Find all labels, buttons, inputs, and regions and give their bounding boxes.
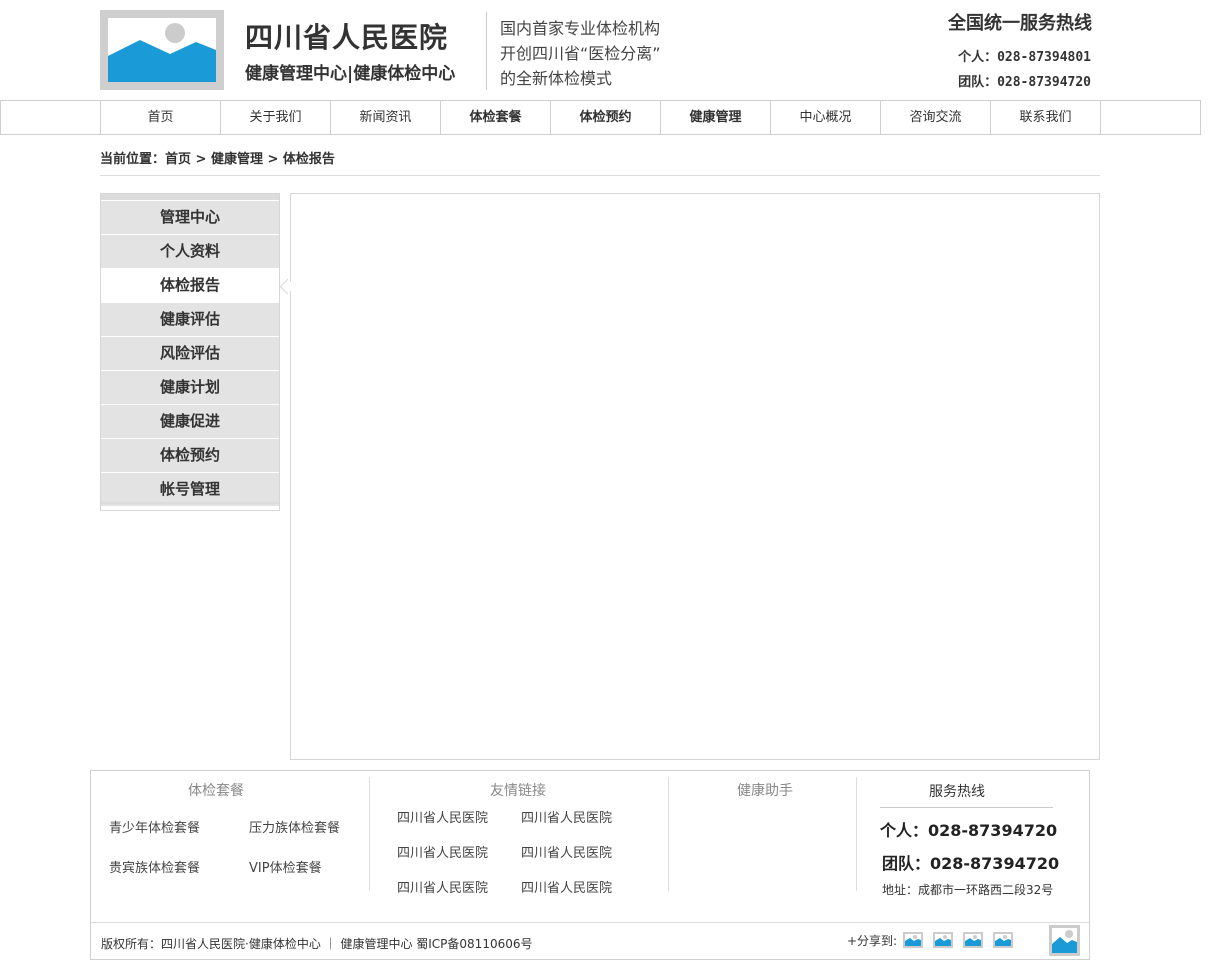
- footer-friend-link[interactable]: 四川省人民医院: [521, 807, 612, 826]
- nav-item-news[interactable]: 新闻资讯: [331, 101, 441, 134]
- hospital-subtitle: 健康管理中心|健康体检中心: [245, 64, 456, 84]
- sidebar-item-exam-report[interactable]: 体检报告: [101, 269, 279, 303]
- footer-assistant-heading: 健康助手: [737, 783, 793, 799]
- share-more-icon[interactable]: [1049, 925, 1080, 956]
- share-icon-1[interactable]: [903, 932, 923, 948]
- nav-item-booking[interactable]: 体检预约: [551, 101, 661, 134]
- share-icon-3[interactable]: [963, 932, 983, 948]
- nav-item-home[interactable]: 首页: [101, 101, 221, 134]
- footer-friend-link[interactable]: 四川省人民医院: [397, 807, 488, 826]
- footer-friend-link[interactable]: 四川省人民医院: [521, 877, 612, 896]
- share-icon-2[interactable]: [933, 932, 953, 948]
- hotline-title: 全国统一服务热线: [948, 13, 1092, 34]
- sidebar-item-health-plan[interactable]: 健康计划: [101, 371, 279, 405]
- hospital-name: 四川省人民医院: [245, 21, 449, 54]
- share-icon-4[interactable]: [993, 932, 1013, 948]
- footer-address: 地址：成都市一环路西二段32号: [882, 883, 1054, 897]
- footer-hotline-title: 服务热线: [929, 784, 985, 800]
- sidebar-item-health-assessment[interactable]: 健康评估: [101, 303, 279, 337]
- footer-package-link[interactable]: 贵宾族体检套餐: [109, 857, 200, 876]
- slogan-line-2: 开创四川省“医检分离”: [500, 44, 661, 63]
- footer-divider: [668, 777, 669, 891]
- breadcrumb-divider: [100, 175, 1100, 176]
- nav-item-contact[interactable]: 联系我们: [991, 101, 1101, 134]
- nav-item-about[interactable]: 关于我们: [221, 101, 331, 134]
- footer-divider: [369, 777, 370, 891]
- sidebar-item-health-promotion[interactable]: 健康促进: [101, 405, 279, 439]
- sidebar-item-risk-assessment[interactable]: 风险评估: [101, 337, 279, 371]
- footer-package-link[interactable]: 青少年体检套餐: [109, 817, 200, 836]
- footer-friend-link[interactable]: 四川省人民医院: [397, 842, 488, 861]
- footer-package-link[interactable]: 压力族体检套餐: [249, 817, 340, 836]
- sidebar: 管理中心 个人资料 体检报告 健康评估 风险评估 健康计划 健康促进 体检预约 …: [100, 193, 280, 511]
- footer-separator: [91, 922, 1089, 923]
- slogan-line-1: 国内首家专业体检机构: [500, 19, 661, 38]
- footer-friend-link[interactable]: 四川省人民医院: [521, 842, 612, 861]
- image-placeholder-icon: [108, 18, 216, 82]
- slogan-line-3: 的全新体检模式: [500, 69, 613, 88]
- footer-hotline-rule: [880, 807, 1053, 808]
- main-content-panel: [290, 193, 1100, 760]
- hotline-personal: 个人：028-87394801: [958, 50, 1091, 65]
- footer-phone-personal: 个人：028-87394720: [880, 821, 1058, 840]
- main-nav: 首页 关于我们 新闻资讯 体检套餐 体检预约 健康管理 中心概况 咨询交流 联系…: [0, 100, 1201, 135]
- footer-divider: [856, 777, 857, 891]
- sidebar-bottom-bar: [101, 502, 279, 504]
- breadcrumb: 当前位置：首页 > 健康管理 > 体检报告: [100, 152, 335, 167]
- header-divider: [486, 12, 487, 90]
- footer-links-heading: 友情链接: [490, 783, 546, 799]
- nav-item-health-management[interactable]: 健康管理: [661, 101, 771, 134]
- sidebar-top-bar: [101, 194, 279, 200]
- hotline-team: 团队：028-87394720: [958, 75, 1091, 90]
- nav-item-overview[interactable]: 中心概况: [771, 101, 881, 134]
- footer-package-link[interactable]: VIP体检套餐: [249, 857, 322, 876]
- footer-phone-team: 团队：028-87394720: [882, 854, 1060, 873]
- sidebar-item-exam-booking[interactable]: 体检预约: [101, 439, 279, 473]
- sidebar-item-profile[interactable]: 个人资料: [101, 235, 279, 269]
- footer-packages-heading: 体检套餐: [188, 783, 244, 799]
- sidebar-item-management-center[interactable]: 管理中心: [101, 201, 279, 235]
- hospital-logo[interactable]: [100, 10, 224, 90]
- copyright: 版权所有：四川省人民医院·健康体检中心 ｜ 健康管理中心 蜀ICP备081106…: [101, 937, 533, 951]
- nav-item-packages[interactable]: 体检套餐: [441, 101, 551, 134]
- nav-item-consult[interactable]: 咨询交流: [881, 101, 991, 134]
- footer: 体检套餐 青少年体检套餐 压力族体检套餐 贵宾族体检套餐 VIP体检套餐 友情链…: [90, 770, 1090, 960]
- share-label: +分享到:: [847, 934, 898, 948]
- footer-friend-link[interactable]: 四川省人民医院: [397, 877, 488, 896]
